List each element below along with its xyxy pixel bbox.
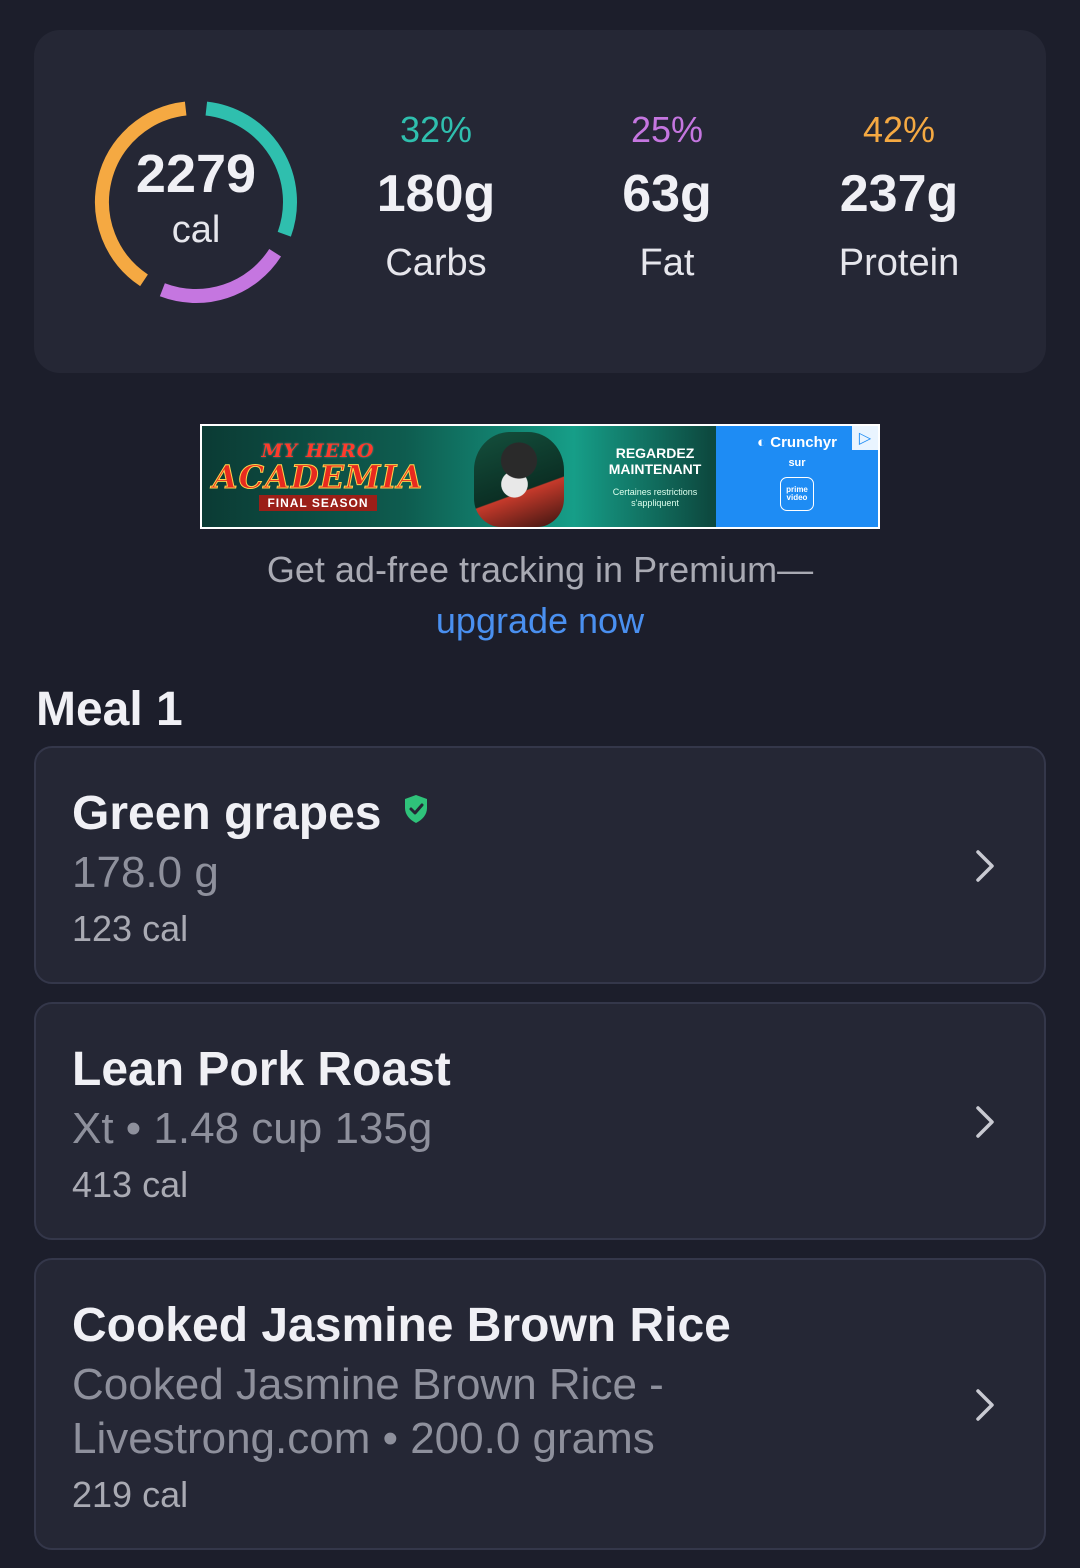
upgrade-now-link[interactable]: upgrade now	[0, 600, 1080, 642]
premium-promo-text: Get ad-free tracking in Premium—	[266, 549, 814, 590]
crunchyroll-icon: ◐	[757, 434, 767, 451]
ad-cta-line1: REGARDEZ	[615, 444, 695, 461]
prime-video-icon: prime video	[780, 477, 814, 511]
ad-logo: MY HERO ACADEMIA FINAL SEASON	[202, 426, 434, 527]
ad-cta-line2: MAINTENANT	[608, 460, 702, 477]
prime-line2: video	[786, 493, 808, 502]
fat-label: Fat	[639, 242, 695, 284]
carbs-grams: 180g	[376, 165, 496, 223]
ad-cta-text: REGARDEZ MAINTENANT	[609, 445, 702, 477]
ad-banner[interactable]: MY HERO ACADEMIA FINAL SEASON REGARDEZ M…	[200, 424, 880, 529]
ad-fine-print: Certaines restrictions s'appliquent	[613, 487, 698, 509]
ad-brand-name: ◐ Crunchyr	[757, 434, 837, 451]
chevron-right-icon	[976, 1389, 994, 1421]
food-serving: 178.0 g	[72, 848, 219, 897]
food-name: Cooked Jasmine Brown Rice	[72, 1299, 731, 1352]
calorie-ring: 2279 cal	[88, 94, 304, 310]
food-item-cooked-jasmine-brown-rice[interactable]: Cooked Jasmine Brown Rice Cooked Jasmine…	[34, 1258, 1046, 1550]
adchoices-icon[interactable]: ▷	[852, 426, 878, 450]
ad-title-line2: ACADEMIA	[212, 458, 424, 496]
ad-hero-image	[474, 432, 564, 527]
macro-protein: 42% 237g Protein	[789, 109, 1009, 284]
food-serving-line2: Livestrong.com • 200.0 grams	[72, 1414, 655, 1463]
ad-fine-line1: Certaines restrictions	[612, 486, 698, 497]
fat-grams: 63g	[622, 165, 712, 223]
protein-percent: 42%	[862, 109, 936, 150]
food-item-green-grapes[interactable]: Green grapes 178.0 g 123 cal	[34, 746, 1046, 984]
meal-title: Meal 1	[36, 683, 183, 736]
carbs-percent: 32%	[399, 109, 473, 150]
ad-character-art	[434, 426, 594, 527]
ad-title-line3: FINAL SEASON	[259, 495, 377, 511]
macro-carbs: 32% 180g Carbs	[326, 109, 546, 284]
food-calories: 123 cal	[72, 908, 189, 949]
food-calories: 219 cal	[72, 1474, 189, 1515]
ad-fine-line2: s'appliquent	[631, 497, 679, 508]
food-name: Lean Pork Roast	[72, 1043, 451, 1096]
macro-fat: 25% 63g Fat	[557, 109, 777, 284]
verified-shield-icon	[404, 795, 427, 824]
ad-brand-label: Crunchyr	[770, 434, 837, 451]
food-name: Green grapes	[72, 786, 429, 841]
carbs-label: Carbs	[385, 242, 487, 284]
fat-percent: 25%	[630, 109, 704, 150]
calories-unit: cal	[171, 209, 221, 251]
protein-grams: 237g	[839, 165, 959, 223]
total-calories: 2279	[135, 144, 257, 204]
protein-label: Protein	[838, 242, 960, 284]
food-serving: Xt • 1.48 cup 135g	[72, 1104, 433, 1153]
ad-cta-block: REGARDEZ MAINTENANT Certaines restrictio…	[594, 426, 716, 527]
food-item-lean-pork-roast[interactable]: Lean Pork Roast Xt • 1.48 cup 135g 413 c…	[34, 1002, 1046, 1240]
food-serving-line1: Cooked Jasmine Brown Rice -	[72, 1360, 664, 1409]
ad-sur: sur	[788, 457, 806, 469]
ad-brand-panel: ◐ Crunchyr sur prime video ▷	[716, 426, 878, 527]
food-calories: 413 cal	[72, 1164, 189, 1205]
chevron-right-icon	[976, 1106, 994, 1138]
food-name-text: Green grapes	[72, 787, 382, 840]
chevron-right-icon	[976, 850, 994, 882]
